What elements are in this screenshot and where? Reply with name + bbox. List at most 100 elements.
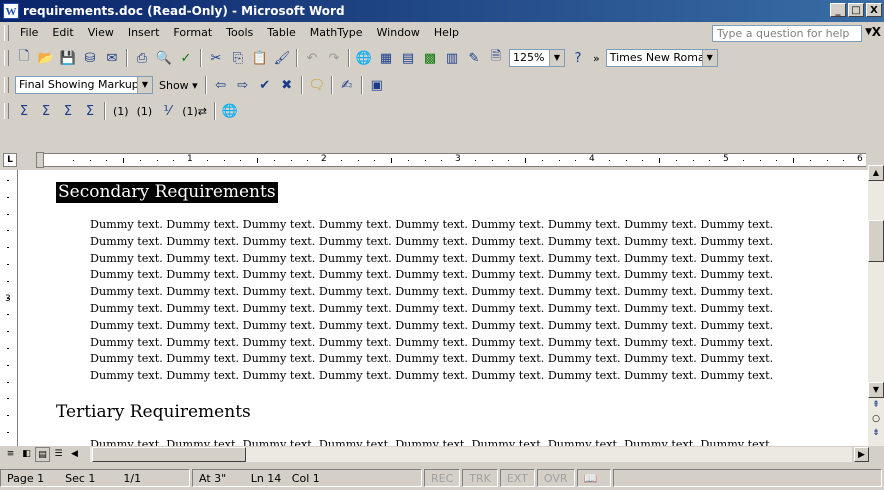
display-equation-icon[interactable]: Σ: [35, 100, 57, 122]
previous-change-icon[interactable]: ⇦: [210, 74, 232, 96]
body-text-line[interactable]: Dummy text. Dummy text. Dummy text. Dumm…: [90, 218, 773, 231]
zoom-dropdown-icon[interactable]: ▼: [549, 50, 564, 66]
tables-borders-icon[interactable]: ▦: [375, 47, 397, 69]
email-icon[interactable]: ✉: [101, 47, 123, 69]
help-search-input[interactable]: Type a question for help: [712, 25, 862, 42]
inline-equation-icon[interactable]: Σ: [13, 100, 35, 122]
drawing-icon[interactable]: ✎: [463, 47, 485, 69]
body-text-line[interactable]: Dummy text. Dummy text. Dummy text. Dumm…: [90, 235, 773, 248]
print-preview-icon[interactable]: 🔍: [153, 47, 175, 69]
font-dropdown-icon[interactable]: ▼: [701, 50, 717, 66]
spelling-status-icon[interactable]: 📖: [576, 469, 611, 487]
open-folder-icon[interactable]: 📂: [35, 47, 57, 69]
scroll-right-button[interactable]: ▶: [854, 447, 869, 462]
document-page[interactable]: Secondary Requirements Dummy text. Dummy…: [18, 170, 868, 446]
menu-insert[interactable]: Insert: [121, 22, 167, 44]
track-changes-icon[interactable]: ✍: [336, 74, 358, 96]
indent-marker[interactable]: [36, 152, 44, 168]
reviewing-pane-icon[interactable]: ▣: [366, 74, 388, 96]
body-text-line[interactable]: Dummy text. Dummy text. Dummy text. Dumm…: [90, 252, 773, 265]
scroll-down-button[interactable]: ▼: [868, 382, 884, 398]
menu-window[interactable]: Window: [370, 22, 427, 44]
right-numbered-equation-icon[interactable]: Σ: [79, 100, 101, 122]
body-text-line[interactable]: Dummy text. Dummy text. Dummy text. Dumm…: [90, 319, 773, 332]
insert-equation-reference-button[interactable]: (1): [133, 105, 157, 118]
toolbar-grip[interactable]: [4, 77, 9, 93]
menu-file[interactable]: File: [13, 22, 45, 44]
insert-equation-number-button[interactable]: (1): [109, 105, 133, 118]
menu-format[interactable]: Format: [166, 22, 219, 44]
mathtype-web-icon[interactable]: 🌐: [219, 100, 241, 122]
update-equation-numbers-button[interactable]: (1)⇄: [178, 105, 211, 118]
format-painter-icon[interactable]: 🖌: [271, 47, 293, 69]
title-bar[interactable]: W requirements.doc (Read-Only) - Microso…: [0, 0, 884, 22]
print-layout-icon[interactable]: ▤: [35, 447, 50, 462]
menu-view[interactable]: View: [81, 22, 121, 44]
paste-icon[interactable]: 📋: [249, 47, 271, 69]
vertical-scroll-thumb[interactable]: [868, 220, 884, 262]
copy-icon[interactable]: ⎘: [227, 47, 249, 69]
scroll-up-button[interactable]: ▲: [868, 165, 884, 181]
accept-change-icon[interactable]: ✔: [254, 74, 276, 96]
new-document-icon[interactable]: 🗋: [13, 47, 35, 69]
heading-tertiary-requirements[interactable]: Tertiary Requirements: [56, 402, 251, 422]
toolbar-overflow-button[interactable]: »: [589, 52, 604, 65]
web-layout-icon[interactable]: ◧: [19, 447, 34, 462]
left-numbered-equation-icon[interactable]: Σ: [57, 100, 79, 122]
body-text-line[interactable]: Dummy text. Dummy text. Dummy text. Dumm…: [90, 438, 773, 446]
insert-excel-icon[interactable]: ▩: [419, 47, 441, 69]
horizontal-scroll-thumb[interactable]: [92, 447, 246, 462]
font-select[interactable]: Times New Roman ▼: [605, 49, 718, 67]
insert-table-icon[interactable]: ▤: [397, 47, 419, 69]
status-ovr[interactable]: OVR: [536, 469, 575, 487]
spelling-icon[interactable]: ✓: [175, 47, 197, 69]
insert-chapter-break-icon[interactable]: ⅟: [156, 100, 178, 122]
maximize-button[interactable]: □: [848, 3, 864, 17]
vertical-ruler[interactable]: 3: [0, 170, 18, 446]
status-ext[interactable]: EXT: [499, 469, 535, 487]
outline-view-icon[interactable]: ☰: [51, 447, 66, 462]
show-menu-button[interactable]: Show ▾: [155, 79, 202, 92]
columns-icon[interactable]: ▥: [441, 47, 463, 69]
horizontal-ruler[interactable]: 1 2 3 4 5 6: [36, 152, 866, 168]
next-change-icon[interactable]: ⇨: [232, 74, 254, 96]
menu-tools[interactable]: Tools: [219, 22, 260, 44]
zoom-select[interactable]: 125% ▼: [509, 49, 565, 67]
word-app-icon[interactable]: W: [3, 3, 19, 19]
body-text-line[interactable]: Dummy text. Dummy text. Dummy text. Dumm…: [90, 336, 773, 349]
status-trk[interactable]: TRK: [462, 469, 498, 487]
horizontal-scroll-track[interactable]: [90, 447, 852, 462]
body-text-line[interactable]: Dummy text. Dummy text. Dummy text. Dumm…: [90, 285, 773, 298]
menu-grip[interactable]: [4, 25, 9, 41]
document-map-icon[interactable]: 🗎: [485, 47, 507, 69]
permission-icon[interactable]: ⛁: [79, 47, 101, 69]
new-comment-icon[interactable]: 🗨: [306, 74, 328, 96]
normal-view-icon[interactable]: ≡: [3, 447, 18, 462]
reject-change-icon[interactable]: ✖: [276, 74, 298, 96]
hyperlink-icon[interactable]: 🌐: [353, 47, 375, 69]
menu-table[interactable]: Table: [260, 22, 302, 44]
vertical-scrollbar[interactable]: ▲ ▼ ⇞ ○ ⇟: [868, 165, 884, 446]
body-text-line[interactable]: Dummy text. Dummy text. Dummy text. Dumm…: [90, 369, 773, 382]
cut-icon[interactable]: ✂: [205, 47, 227, 69]
status-rec[interactable]: REC: [424, 469, 461, 487]
toolbar-grip[interactable]: [4, 50, 9, 66]
display-for-review-select[interactable]: Final Showing Markup ▼: [15, 76, 153, 94]
help-icon[interactable]: ?: [567, 47, 589, 69]
document-close-button[interactable]: X: [872, 25, 881, 39]
select-browse-object-icon[interactable]: ○: [868, 414, 884, 426]
undo-icon[interactable]: ↶: [301, 47, 323, 69]
close-button[interactable]: X: [866, 3, 882, 17]
body-text-line[interactable]: Dummy text. Dummy text. Dummy text. Dumm…: [90, 302, 773, 315]
toolbar-grip[interactable]: [4, 103, 9, 119]
print-icon[interactable]: ⎙: [131, 47, 153, 69]
heading-secondary-requirements[interactable]: Secondary Requirements: [56, 182, 278, 203]
minimize-button[interactable]: _: [830, 3, 846, 17]
menu-edit[interactable]: Edit: [45, 22, 80, 44]
body-text-line[interactable]: Dummy text. Dummy text. Dummy text. Dumm…: [90, 268, 773, 281]
redo-icon[interactable]: ↷: [323, 47, 345, 69]
previous-page-icon[interactable]: ⇞: [868, 400, 884, 412]
body-text-line[interactable]: Dummy text. Dummy text. Dummy text. Dumm…: [90, 352, 773, 365]
display-mode-dropdown-icon[interactable]: ▼: [137, 77, 152, 93]
tab-selector-button[interactable]: L: [3, 153, 17, 167]
